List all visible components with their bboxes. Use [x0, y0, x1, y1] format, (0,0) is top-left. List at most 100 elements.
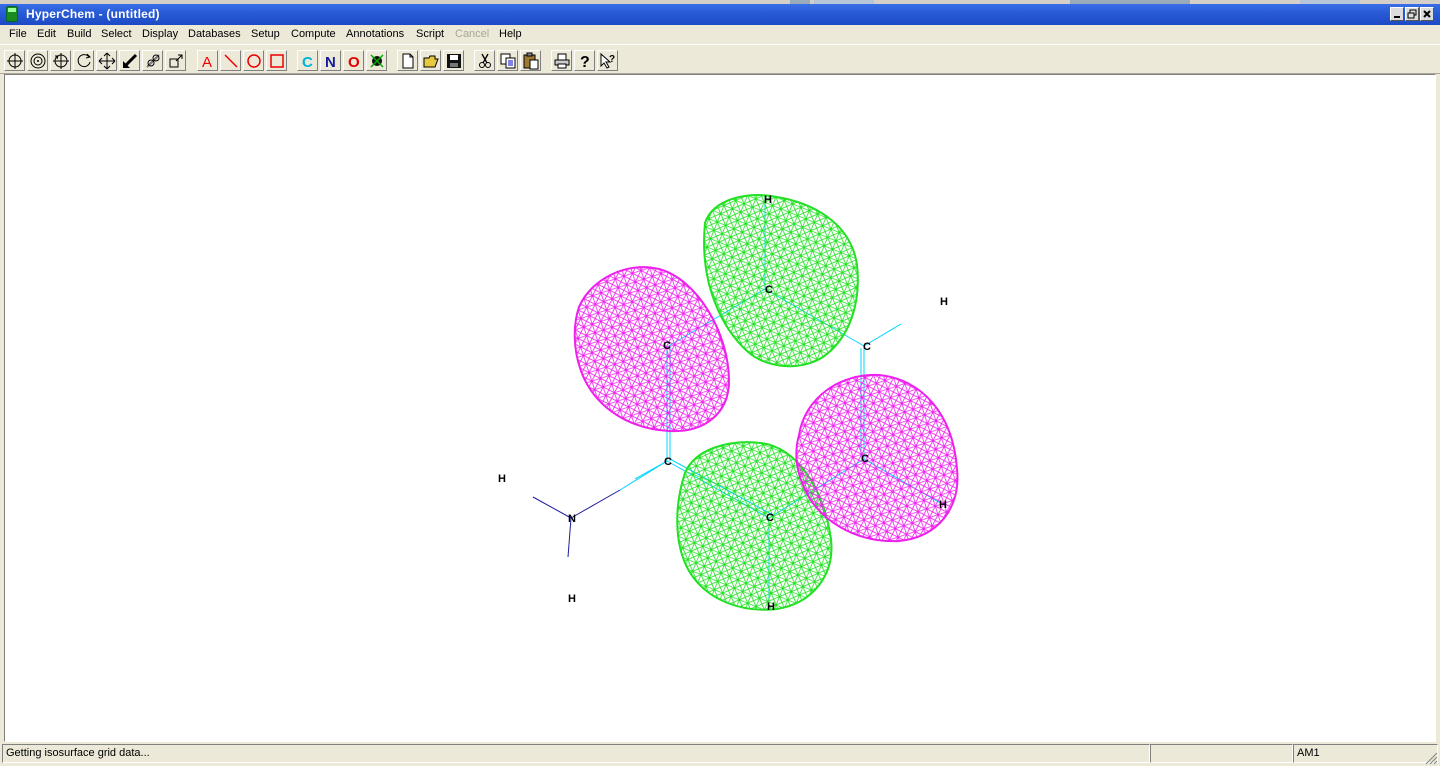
- svg-text:?: ?: [609, 54, 615, 65]
- nitrogen-bonds: [532, 489, 621, 558]
- help-button[interactable]: ?: [574, 50, 595, 71]
- svg-text:A: A: [202, 54, 212, 70]
- status-method: AM1: [1293, 744, 1438, 763]
- question-mark-icon: ?: [580, 54, 590, 70]
- element-nitrogen-button[interactable]: N: [320, 50, 341, 71]
- isosurface-negative-left: [573, 266, 731, 433]
- save-file-button[interactable]: [443, 50, 464, 71]
- select-target-icon: [30, 53, 46, 69]
- annotation-ellipse-icon: [247, 54, 261, 68]
- atom-label-h-n2[interactable]: H: [568, 593, 576, 605]
- copy-icon: [500, 53, 516, 69]
- annotation-text-button[interactable]: A: [197, 50, 218, 71]
- svg-text:C: C: [302, 54, 313, 70]
- draw-crosshair-icon: [7, 53, 23, 69]
- rotate-z-tool-button[interactable]: [73, 50, 94, 71]
- annotation-ellipse-button[interactable]: [243, 50, 264, 71]
- menu-compute[interactable]: Compute: [291, 28, 336, 40]
- translate-z-icon: [123, 53, 138, 68]
- atom-label-c4[interactable]: C: [664, 456, 672, 468]
- close-icon: [1423, 10, 1431, 18]
- menu-display[interactable]: Display: [142, 28, 178, 40]
- context-help-button[interactable]: ?: [597, 50, 618, 71]
- new-file-icon: [402, 53, 414, 69]
- element-carbon-button[interactable]: C: [297, 50, 318, 71]
- rotate-z-icon: [77, 53, 91, 68]
- molecule-workspace[interactable]: C C C C C C N H H H H H H H: [4, 74, 1436, 742]
- element-oxygen-icon: O: [348, 54, 360, 70]
- restore-icon: [1407, 9, 1417, 19]
- cut-button[interactable]: [474, 50, 495, 71]
- isosurface-positive-top: [703, 194, 859, 368]
- draw-tool-button[interactable]: [4, 50, 25, 71]
- atom-label-c6[interactable]: C: [766, 512, 774, 524]
- annotation-rectangle-icon: [270, 54, 284, 68]
- menu-databases[interactable]: Databases: [188, 28, 241, 40]
- open-file-button[interactable]: [420, 50, 441, 71]
- minimize-button[interactable]: [1390, 7, 1404, 21]
- annotation-rectangle-button[interactable]: [266, 50, 287, 71]
- menu-annotations[interactable]: Annotations: [346, 28, 404, 40]
- hyperchem-app-icon[interactable]: [6, 6, 18, 22]
- paste-button[interactable]: [520, 50, 541, 71]
- close-button[interactable]: [1420, 7, 1434, 21]
- annotation-line-button[interactable]: [220, 50, 241, 71]
- status-message: Getting isosurface grid data...: [2, 744, 1150, 763]
- atom-label-c3[interactable]: C: [863, 341, 871, 353]
- minimize-icon: [1394, 16, 1400, 18]
- molecule-view[interactable]: C C C C C C N H H H H H H H: [5, 75, 1436, 742]
- title-bar: HyperChem - (untitled): [0, 4, 1440, 25]
- atom-label-c1[interactable]: C: [765, 284, 773, 296]
- annotation-text-icon: A: [202, 54, 212, 70]
- open-folder-icon: [423, 55, 439, 68]
- resize-grip-icon[interactable]: [1424, 751, 1438, 765]
- zoom-icon: [146, 54, 160, 68]
- atom-label-h-n1[interactable]: H: [498, 473, 506, 485]
- element-nitrogen-icon: N: [325, 54, 336, 70]
- print-button[interactable]: [551, 50, 572, 71]
- atom-label-n[interactable]: N: [568, 513, 576, 525]
- atom-label-c2[interactable]: C: [663, 340, 671, 352]
- printer-icon: [554, 53, 570, 69]
- save-disk-icon: [447, 54, 461, 68]
- svg-text:O: O: [348, 54, 360, 70]
- context-help-icon: ?: [600, 52, 615, 69]
- atom-label-h-lower-right[interactable]: H: [939, 499, 947, 511]
- periodic-table-button[interactable]: [366, 50, 387, 71]
- menu-bar: File Edit Build Select Display Databases…: [0, 25, 1440, 44]
- element-oxygen-button[interactable]: O: [343, 50, 364, 71]
- periodic-table-icon: [370, 54, 384, 68]
- translate-z-tool-button[interactable]: [119, 50, 140, 71]
- zoom-tool-button[interactable]: [142, 50, 163, 71]
- translate-xy-tool-button[interactable]: [96, 50, 117, 71]
- rotate-xy-icon: [53, 53, 69, 69]
- restore-button[interactable]: [1405, 7, 1419, 21]
- new-file-button[interactable]: [397, 50, 418, 71]
- status-bar: Getting isosurface grid data... AM1: [0, 743, 1440, 766]
- menu-help[interactable]: Help: [499, 28, 522, 40]
- status-panel-empty: [1150, 744, 1293, 763]
- menu-build[interactable]: Build: [67, 28, 91, 40]
- clip-icon: [169, 54, 183, 68]
- window-title: HyperChem - (untitled): [26, 7, 160, 21]
- atom-label-h-upper-right[interactable]: H: [940, 296, 948, 308]
- menu-file[interactable]: File: [9, 28, 27, 40]
- atom-label-h-top[interactable]: H: [764, 194, 772, 206]
- menu-select[interactable]: Select: [101, 28, 132, 40]
- atom-label-h-bottom[interactable]: H: [767, 601, 775, 613]
- menu-edit[interactable]: Edit: [37, 28, 56, 40]
- select-tool-button[interactable]: [27, 50, 48, 71]
- annotation-line-icon: [224, 54, 238, 68]
- translate-xy-icon: [98, 52, 116, 70]
- copy-button[interactable]: [497, 50, 518, 71]
- atom-label-c5[interactable]: C: [861, 453, 869, 465]
- scissors-icon: [479, 53, 491, 68]
- svg-text:N: N: [325, 54, 336, 70]
- svg-text:?: ?: [580, 54, 590, 70]
- element-carbon-icon: C: [302, 54, 313, 70]
- toolbar: A C N O ? ?: [0, 44, 1440, 74]
- clip-tool-button[interactable]: [165, 50, 186, 71]
- menu-setup[interactable]: Setup: [251, 28, 280, 40]
- rotate-xy-tool-button[interactable]: [50, 50, 71, 71]
- menu-script[interactable]: Script: [416, 28, 444, 40]
